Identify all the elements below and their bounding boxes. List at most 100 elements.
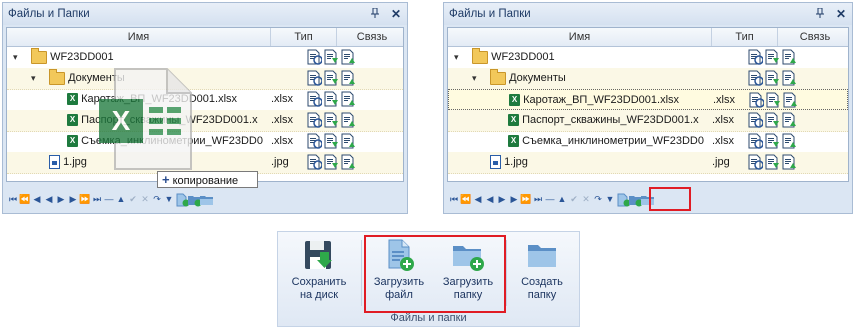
- view-document-icon[interactable]: [307, 91, 323, 107]
- view-document-icon[interactable]: [749, 92, 765, 108]
- download-document-icon[interactable]: [766, 92, 781, 108]
- close-icon[interactable]: ✕: [391, 3, 401, 25]
- upload-document-icon[interactable]: [341, 133, 356, 149]
- tree-folder-row[interactable]: ▾ Документы: [448, 68, 848, 90]
- view-document-icon[interactable]: [748, 49, 764, 65]
- upload-document-icon[interactable]: [341, 49, 356, 65]
- upload-file-icon[interactable]: [616, 193, 631, 207]
- navigator-button[interactable]: ▲: [115, 190, 127, 208]
- row-actions: [307, 49, 358, 65]
- navigator-button[interactable]: ▶: [55, 190, 67, 208]
- upload-document-icon[interactable]: [783, 92, 798, 108]
- pin-icon[interactable]: [815, 3, 824, 25]
- download-document-icon[interactable]: [765, 154, 780, 170]
- navigator-button[interactable]: ◀: [43, 190, 55, 208]
- tree-folder-row[interactable]: ▾ Документы: [7, 68, 403, 90]
- view-document-icon[interactable]: [307, 112, 323, 128]
- expand-chevron-icon[interactable]: ▾: [13, 47, 18, 68]
- upload-document-icon[interactable]: [341, 70, 356, 86]
- upload-document-icon[interactable]: [782, 112, 797, 128]
- upload-folder-icon[interactable]: [628, 193, 643, 207]
- column-header-name[interactable]: Имя: [7, 28, 271, 46]
- tree-file-row[interactable]: X Паспорт_скважины_WF23DD001.x.xlsx: [448, 110, 848, 132]
- upload-document-icon[interactable]: [782, 133, 797, 149]
- expand-chevron-icon[interactable]: ▾: [454, 47, 459, 68]
- upload-file-icon[interactable]: [175, 193, 190, 207]
- upload-document-icon[interactable]: [782, 49, 797, 65]
- tree-file-row[interactable]: X Съемка_инклинометрии_WF23DD0.xlsx: [7, 131, 403, 153]
- download-document-icon[interactable]: [324, 112, 339, 128]
- close-icon[interactable]: ✕: [836, 3, 846, 25]
- download-document-icon[interactable]: [324, 70, 339, 86]
- column-header-type[interactable]: Тип: [271, 28, 337, 46]
- pin-icon[interactable]: [370, 3, 379, 25]
- create-folder-button[interactable]: Создать папку: [510, 238, 574, 302]
- navigator-button[interactable]: ✔: [568, 190, 580, 208]
- navigator-button[interactable]: ▼: [163, 190, 175, 208]
- navigator-button[interactable]: ↷: [592, 190, 604, 208]
- navigator-button[interactable]: ⏩: [79, 190, 91, 208]
- upload-document-icon[interactable]: [782, 154, 797, 170]
- upload-document-icon[interactable]: [341, 112, 356, 128]
- tree-file-row[interactable]: 1.jpg .jpg: [448, 152, 848, 174]
- column-header-type[interactable]: Тип: [712, 28, 778, 46]
- tree-file-row[interactable]: X Съемка_инклинометрии_WF23DD0.xlsx: [448, 131, 848, 153]
- tree-folder-row[interactable]: ▾ WF23DD001: [448, 47, 848, 69]
- navigator-button[interactable]: ◀: [484, 190, 496, 208]
- download-document-icon[interactable]: [324, 49, 339, 65]
- navigator-button[interactable]: ◀: [31, 190, 43, 208]
- column-header-name[interactable]: Имя: [448, 28, 712, 46]
- expand-chevron-icon[interactable]: ▾: [31, 68, 36, 89]
- upload-document-icon[interactable]: [341, 154, 356, 170]
- navigator-button[interactable]: ⏮: [7, 190, 19, 208]
- navigator-button[interactable]: ✔: [127, 190, 139, 208]
- view-document-icon[interactable]: [748, 133, 764, 149]
- upload-document-icon[interactable]: [782, 70, 797, 86]
- navigator-button[interactable]: ⏮: [448, 190, 460, 208]
- expand-chevron-icon[interactable]: ▾: [472, 68, 477, 89]
- navigator-button[interactable]: ◀: [472, 190, 484, 208]
- files-panel-right: Файлы и Папки ✕ Имя Тип Связь ▾ WF23DD00…: [443, 2, 853, 214]
- navigator-button[interactable]: ▶: [496, 190, 508, 208]
- download-document-icon[interactable]: [765, 70, 780, 86]
- create-folder-icon[interactable]: [199, 193, 213, 207]
- view-document-icon[interactable]: [307, 70, 323, 86]
- navigator-button[interactable]: ⏪: [19, 190, 31, 208]
- download-document-icon[interactable]: [324, 154, 339, 170]
- tree-file-row[interactable]: X Каротаж_ВП_WF23DD001.xlsx.xlsx: [7, 89, 403, 111]
- navigator-button[interactable]: ▶: [508, 190, 520, 208]
- view-document-icon[interactable]: [307, 154, 323, 170]
- navigator-button[interactable]: ↷: [151, 190, 163, 208]
- download-document-icon[interactable]: [765, 133, 780, 149]
- tree-file-row[interactable]: X Каротаж_ВП_WF23DD001.xlsx.xlsx: [448, 89, 848, 110]
- upload-document-icon[interactable]: [341, 91, 356, 107]
- navigator-button[interactable]: ⏪: [460, 190, 472, 208]
- navigator-button[interactable]: ✕: [139, 190, 151, 208]
- column-header-link[interactable]: Связь: [778, 28, 852, 46]
- upload-folder-icon[interactable]: [187, 193, 202, 207]
- navigator-button[interactable]: ▲: [556, 190, 568, 208]
- column-header-link[interactable]: Связь: [337, 28, 407, 46]
- tree-folder-row[interactable]: ▾ WF23DD001: [7, 47, 403, 69]
- view-document-icon[interactable]: [748, 112, 764, 128]
- navigator-button[interactable]: —: [544, 190, 556, 208]
- download-document-icon[interactable]: [765, 49, 780, 65]
- navigator-button[interactable]: —: [103, 190, 115, 208]
- view-document-icon[interactable]: [748, 154, 764, 170]
- save-to-disk-button[interactable]: Сохранить на диск: [284, 238, 354, 302]
- download-document-icon[interactable]: [324, 133, 339, 149]
- view-document-icon[interactable]: [307, 49, 323, 65]
- download-document-icon[interactable]: [324, 91, 339, 107]
- button-label-line2: папку: [527, 289, 557, 301]
- view-document-icon[interactable]: [748, 70, 764, 86]
- navigator-button[interactable]: ▶: [67, 190, 79, 208]
- excel-file-icon: X: [509, 94, 520, 107]
- navigator-button[interactable]: ⏭: [532, 190, 544, 208]
- navigator-button[interactable]: ▼: [604, 190, 616, 208]
- view-document-icon[interactable]: [307, 133, 323, 149]
- navigator-button[interactable]: ✕: [580, 190, 592, 208]
- navigator-button[interactable]: ⏭: [91, 190, 103, 208]
- navigator-button[interactable]: ⏩: [520, 190, 532, 208]
- tree-file-row[interactable]: X Паспорт_скважины_WF23DD001.x.xlsx: [7, 110, 403, 132]
- download-document-icon[interactable]: [765, 112, 780, 128]
